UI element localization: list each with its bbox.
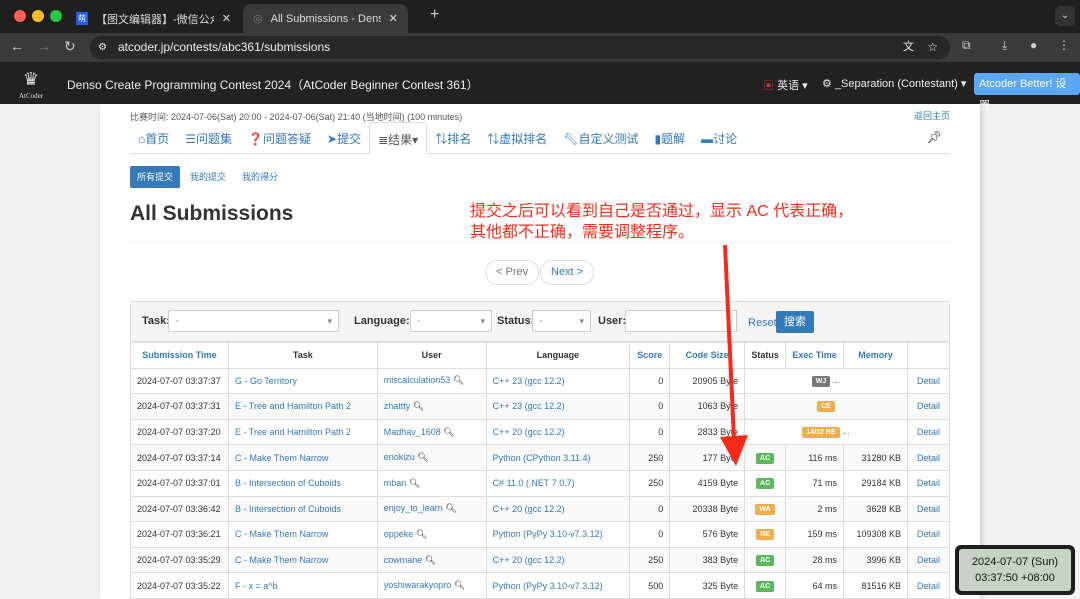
clock-date: 2024-07-07 (Sun) [971,556,1059,568]
clock-time: 03:37:50 +08:00 [975,572,1055,584]
clock-widget: 2024-07-07 (Sun) 03:37:50 +08:00 [955,545,1075,595]
annotation-arrow [720,244,748,466]
